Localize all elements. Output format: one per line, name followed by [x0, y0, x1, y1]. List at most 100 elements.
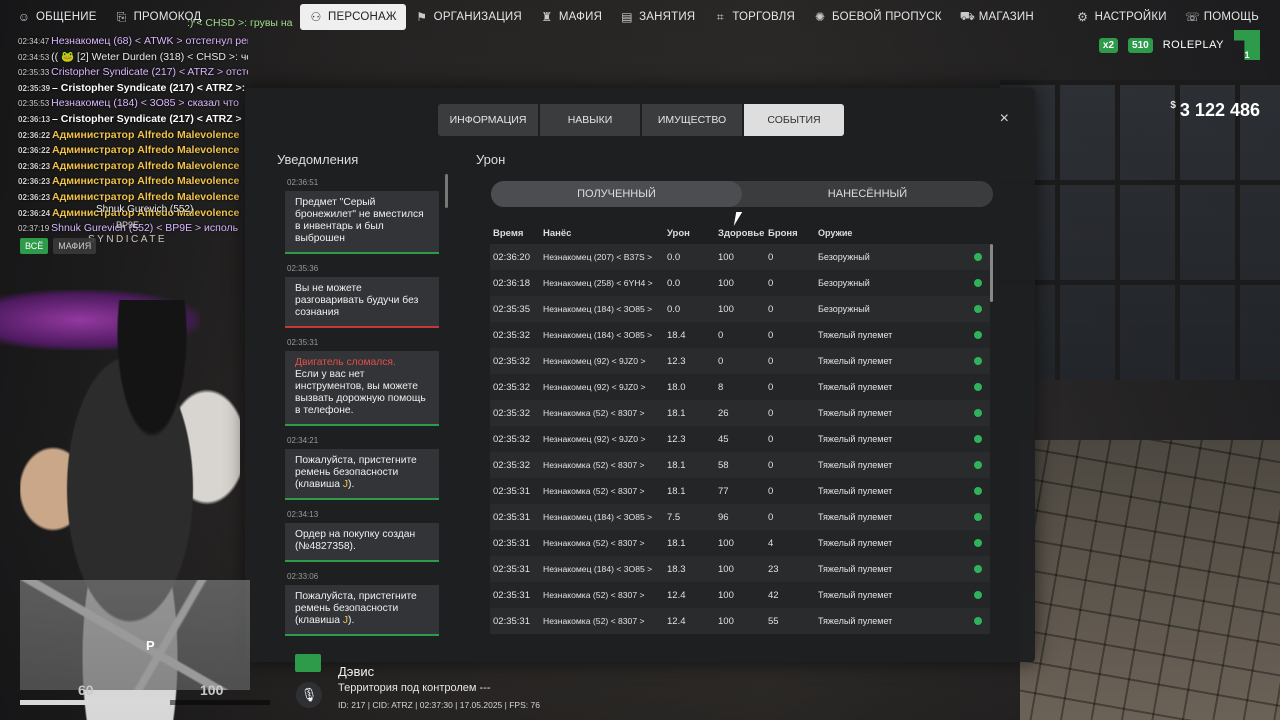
- table-row[interactable]: 02:35:32 Незнакомец (184) < 3O85 > 18.4 0 0 Т…: [490, 322, 990, 348]
- table-row[interactable]: 02:35:32 Незнакомец (92) < 9JZ0 > 18.0 8 0 Тя…: [490, 374, 990, 400]
- toggle-received[interactable]: ПОЛУЧЕННЫЙ: [491, 181, 742, 207]
- nav-item-person[interactable]: ⚇ ПЕРСОНАЖ: [300, 4, 406, 30]
- chat-time: 02:36:23: [18, 177, 51, 187]
- status-dot-icon: [974, 591, 982, 599]
- nav-left-group: ☺ ОБЩЕНИЕ ⎘ ПРОМОКОД: [8, 4, 210, 30]
- zone-icon: [295, 654, 321, 672]
- col-damage: Урон: [667, 228, 690, 239]
- tab-4[interactable]: СОБЫТИЯ: [744, 104, 844, 136]
- settings-icon: ⚙: [1077, 10, 1089, 24]
- notification-text: Пожалуйста, пристегните ремень безопасно…: [295, 455, 417, 490]
- notification-text: Вы не можете разговаривать будучи без со…: [295, 283, 419, 318]
- nav-item-help[interactable]: ☏ ПОМОЩЬ: [1176, 4, 1268, 30]
- table-row[interactable]: 02:35:32 Незнакомка (52) < 8307 > 18.1 58 0 Т…: [490, 452, 990, 478]
- notifications-title: Уведомления: [277, 152, 359, 167]
- battlepass-icon: ✺: [814, 10, 826, 24]
- chat-text: Администратор Alfredo Malevolence: [52, 128, 240, 141]
- notification-item: 02:33:06 Пожалуйста, пристегните ремень б…: [277, 572, 447, 636]
- person-icon: ⚇: [310, 10, 322, 24]
- cell-status: [966, 461, 990, 469]
- health-bar: [20, 700, 270, 705]
- col-health: Здоровье: [718, 228, 765, 239]
- cell-time: 02:35:31: [493, 485, 530, 497]
- chat-text: Администратор Alfredo Malevolence: [52, 159, 240, 172]
- table-row[interactable]: 02:35:32 Незнакомка (52) < 8307 > 18.1 26 0 Т…: [490, 400, 990, 426]
- table-row[interactable]: 02:36:18 Незнакомец (258) < 6YH4 > 0.0 100 0…: [490, 270, 990, 296]
- notification-message: Пожалуйста, пристегните ремень безопасно…: [285, 449, 439, 500]
- cell-status: [966, 591, 990, 599]
- tab-2[interactable]: НАВЫКИ: [540, 104, 640, 136]
- chat-text: Незнакомец (68) < ATWK > отстегнул ремен…: [51, 35, 248, 47]
- cell-weapon: Тяжелый пулемет: [818, 408, 893, 418]
- nav-item-organization[interactable]: ⚑ ОРГАНИЗАЦИЯ: [406, 4, 531, 30]
- nav-item-label: БОЕВОЙ ПРОПУСК: [831, 11, 942, 23]
- table-row[interactable]: 02:35:32 Незнакомец (92) < 9JZ0 > 12.3 45 0 Т…: [490, 426, 990, 452]
- cell-status: [966, 357, 990, 365]
- damage-table-body[interactable]: 02:36:20 Незнакомец (207) < B37S >0.0 100 0…: [490, 244, 990, 634]
- table-row[interactable]: 02:35:31 Незнакомка (52) < 8307 > 18.1 100 4…: [490, 530, 990, 556]
- cell-health: 8: [718, 381, 724, 393]
- table-row[interactable]: 02:35:31 Незнакомец (184) < 3O85 > 18.3 100…: [490, 556, 990, 582]
- cell-health: 26: [718, 407, 729, 419]
- nav-item-battlepass[interactable]: ✺ БОЕВОЙ ПРОПУСК: [804, 4, 951, 30]
- mafia-icon: ♜: [541, 10, 553, 24]
- damage-table-scrollbar[interactable]: [990, 244, 993, 302]
- table-row[interactable]: 02:35:31 Незнакомка (52) < 8307 > 12.4 100 5…: [490, 608, 990, 634]
- nav-item-trade[interactable]: ⌗ ТОРГОВЛЯ: [704, 4, 804, 30]
- table-row[interactable]: 02:35:35 Незнакомец (184) < 3O85 > 0.0 100 0…: [490, 296, 990, 322]
- toggle-dealt[interactable]: НАНЕСЁННЫЙ: [742, 181, 993, 207]
- chat-text: Незнакомец (184) < 3O85 > сказал что: [51, 97, 239, 110]
- tab-1[interactable]: ИНФОРМАЦИЯ: [438, 104, 538, 136]
- chat-line: 02:34:53(( 🐸 [2] Weter Durden (318) < CH…: [18, 50, 248, 66]
- nav-item-shop[interactable]: ⛟ МАГАЗИН: [951, 4, 1043, 30]
- overhead-group: SYNDICATE: [88, 234, 167, 245]
- notification-warning: Двигатель сломался.: [295, 357, 396, 368]
- microphone-icon[interactable]: 🎙: [296, 682, 322, 708]
- table-row[interactable]: 02:35:31 Незнакомка (52) < 8307 > 18.1 77 0 Т…: [490, 478, 990, 504]
- status-dot-icon: [974, 435, 982, 443]
- cell-damage: 12.4: [667, 615, 686, 627]
- cell-health: 77: [718, 485, 729, 497]
- cell-time: 02:35:32: [493, 433, 530, 445]
- cell-attacker: Незнакомец (258) < 6YH4 >: [543, 278, 653, 288]
- health-bar-fill: [20, 700, 170, 705]
- nav-item-settings[interactable]: ⚙ НАСТРОЙКИ: [1067, 4, 1176, 30]
- table-row[interactable]: 02:35:31 Незнакомец (184) < 3O85 > 7.5 96 0 Т…: [490, 504, 990, 530]
- table-row[interactable]: 02:36:20 Незнакомец (207) < B37S > 0.0 100 0…: [490, 244, 990, 270]
- table-row[interactable]: 02:35:32 Незнакомец (92) < 9JZ0 > 12.3 0 0 Тя…: [490, 348, 990, 374]
- nav-item-label: НАСТРОЙКИ: [1094, 11, 1167, 23]
- notifications-scrollbar[interactable]: [445, 174, 448, 208]
- cell-time: 02:35:35: [493, 303, 530, 315]
- notification-time: 02:34:13: [287, 510, 319, 519]
- cell-armor: 0: [768, 251, 774, 263]
- cell-health: 100: [718, 615, 734, 627]
- cell-damage: 18.3: [667, 563, 686, 575]
- chat-time: 02:36:22: [18, 130, 51, 140]
- nav-item-chat[interactable]: ☺ ОБЩЕНИЕ: [8, 4, 106, 30]
- cell-attacker: Незнакомец (184) < 3O85 >: [543, 512, 653, 522]
- status-dot-icon: [974, 487, 982, 495]
- chat-tab[interactable]: ВСЁ: [20, 238, 49, 254]
- nav-item-jobs[interactable]: ▤ ЗАНЯТИЯ: [611, 4, 704, 30]
- status-dot-icon: [974, 461, 982, 469]
- nav-right-group: ⚙ НАСТРОЙКИ ☏ ПОМОЩЬ: [1067, 4, 1268, 30]
- nav-item-mafia[interactable]: ♜ МАФИЯ: [531, 4, 611, 30]
- status-dot-icon: [974, 305, 982, 313]
- chat-time: 02:36:23: [18, 161, 51, 171]
- notification-text: Пожалуйста, пристегните ремень безопасно…: [295, 591, 417, 626]
- tab-3[interactable]: ИМУЩЕСТВО: [642, 104, 742, 136]
- table-row[interactable]: 02:35:31 Незнакомка (52) < 8307 > 12.4 100 4…: [490, 582, 990, 608]
- cell-attacker: Незнакомка (52) < 8307 >: [543, 486, 645, 496]
- damage-title: Урон: [476, 152, 506, 167]
- chat-line: 02:36:22 Администратор Alfredo Malevolenc…: [18, 143, 248, 159]
- chat-tab[interactable]: МАФИЯ: [53, 238, 97, 254]
- chat-line: 02:36:13– Cristopher Syndicate (217) < A…: [18, 112, 248, 128]
- chat-text: (( 🐸 [2] Weter Durden (318) < CHSD >: че…: [51, 50, 248, 63]
- chat-time: 02:34:53: [18, 52, 50, 62]
- cell-attacker: Незнакомка (52) < 8307 >: [543, 616, 645, 626]
- notifications-list[interactable]: 02:36:51 Предмет "Серый бронежилет" не вм…: [277, 174, 447, 640]
- close-icon[interactable]: ×: [1000, 110, 1009, 128]
- cell-damage: 18.4: [667, 329, 686, 341]
- cell-time: 02:35:32: [493, 355, 530, 367]
- server-name: ROLEPLAY: [1162, 39, 1224, 51]
